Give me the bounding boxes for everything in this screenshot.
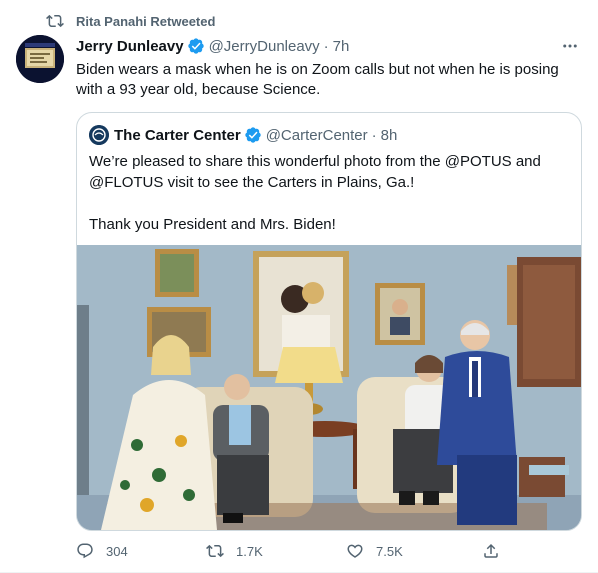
author-avatar[interactable] — [16, 35, 64, 83]
tweet-time[interactable]: 7h — [333, 38, 350, 55]
quoted-author-handle: @CarterCenter — [265, 126, 368, 144]
heart-icon — [347, 544, 363, 558]
quoted-author-avatar — [89, 125, 109, 145]
retweet-count: 1.7K — [236, 543, 263, 559]
quoted-tweet[interactable]: The Carter Center @CarterCenter · 8h We’… — [76, 112, 582, 531]
share-button[interactable] — [482, 540, 512, 562]
verified-badge-icon — [244, 126, 262, 144]
tweet-actions: 304 1.7K 7.5K — [76, 540, 576, 562]
reply-count: 304 — [106, 543, 128, 559]
quoted-tweet-text: We’re pleased to share this wonderful ph… — [89, 153, 541, 233]
more-icon — [563, 44, 577, 48]
verified-badge-icon — [187, 37, 205, 55]
quoted-author-name: The Carter Center — [114, 126, 241, 144]
quoted-tweet-time: 8h — [380, 126, 398, 144]
retweet-icon — [46, 12, 64, 30]
tweet-text: Biden wears a mask when he is on Zoom ca… — [76, 61, 559, 98]
author-handle[interactable]: @JerryDunleavy — [209, 38, 320, 55]
reply-icon — [77, 543, 93, 559]
like-button[interactable]: 7.5K — [346, 540, 403, 562]
retweet-button[interactable]: 1.7K — [206, 540, 263, 562]
like-count: 7.5K — [376, 543, 403, 559]
tweet-header: Jerry Dunleavy @JerryDunleavy · 7h — [76, 36, 582, 56]
separator-dot: · — [371, 126, 377, 144]
separator-dot: · — [323, 37, 329, 55]
tweet[interactable]: Rita Panahi Retweeted Jerry Dunleavy @Je… — [0, 0, 598, 573]
retweet-banner: Rita Panahi Retweeted — [46, 12, 215, 30]
reply-button[interactable]: 304 — [76, 540, 128, 562]
quoted-tweet-photo[interactable] — [77, 245, 581, 530]
more-options-button[interactable] — [558, 36, 582, 56]
share-icon — [484, 543, 498, 558]
retweet-banner-text[interactable]: Rita Panahi Retweeted — [76, 14, 215, 29]
author-name[interactable]: Jerry Dunleavy — [76, 38, 184, 55]
quoted-tweet-header: The Carter Center @CarterCenter · 8h — [89, 125, 397, 145]
retweet-icon — [206, 544, 224, 558]
